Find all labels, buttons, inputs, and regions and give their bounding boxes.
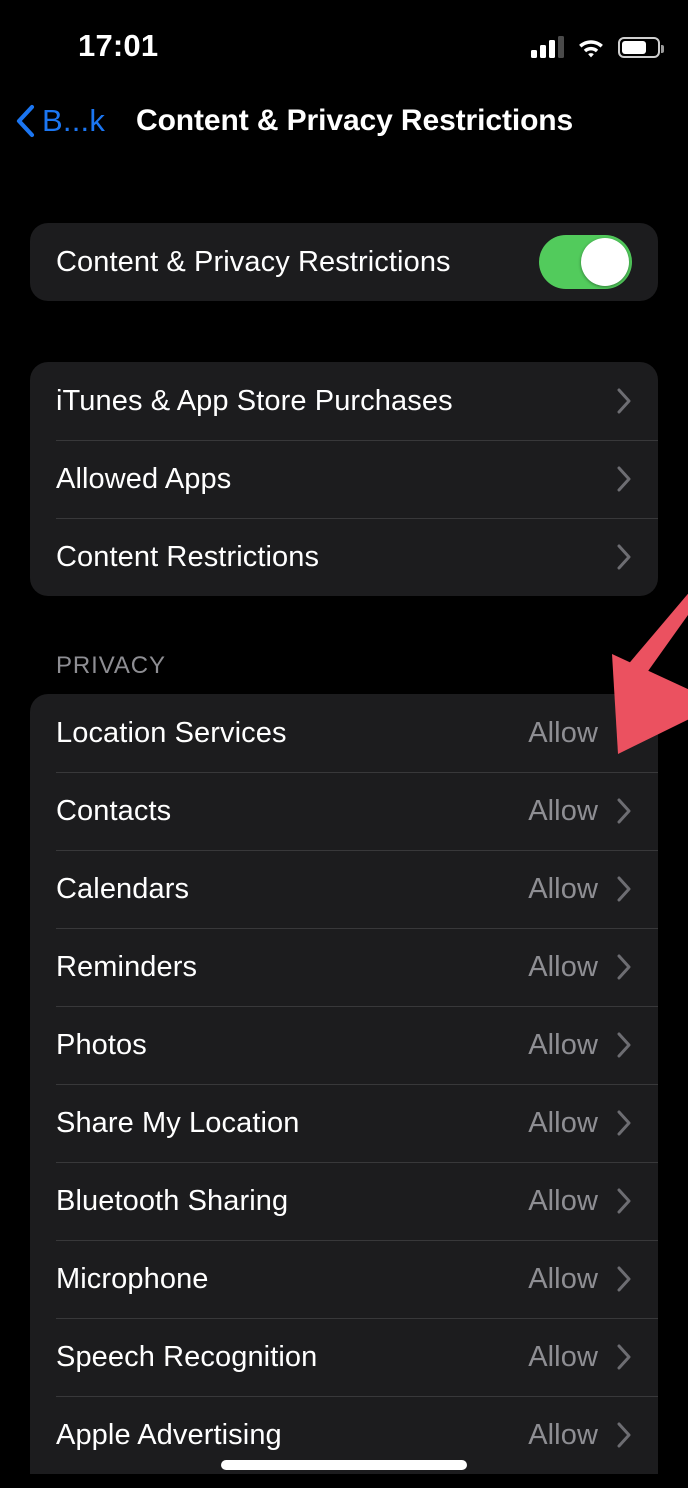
row-value: Allow [528, 950, 598, 983]
chevron-right-icon [617, 466, 631, 492]
row-photos[interactable]: Photos Allow [30, 1006, 658, 1084]
row-share-my-location[interactable]: Share My Location Allow [30, 1084, 658, 1162]
row-content-restrictions[interactable]: Content Restrictions [30, 518, 658, 596]
chevron-right-icon [617, 1266, 631, 1292]
battery-icon [618, 37, 664, 58]
row-calendars[interactable]: Calendars Allow [30, 850, 658, 928]
chevron-right-icon [617, 1032, 631, 1058]
status-bar-clock: 17:01 [78, 28, 159, 63]
chevron-right-icon [617, 544, 631, 570]
restrictions-links-card: iTunes & App Store Purchases Allowed Apps… [30, 362, 658, 596]
row-reminders[interactable]: Reminders Allow [30, 928, 658, 1006]
row-value: Allow [528, 1262, 598, 1295]
iphone-screen: 17:01 B...k Content & Privacy Restrictio… [0, 0, 688, 1488]
row-label: Location Services [56, 716, 287, 749]
chevron-right-icon [617, 1422, 631, 1448]
row-value: Allow [528, 1340, 598, 1373]
row-label: Reminders [56, 950, 198, 983]
row-value: Allow [528, 1184, 598, 1217]
row-label: Microphone [56, 1262, 209, 1295]
home-indicator[interactable] [221, 1460, 467, 1470]
navigation-bar: B...k Content & Privacy Restrictions [0, 86, 688, 156]
row-label: Allowed Apps [56, 462, 232, 495]
row-speech-recognition[interactable]: Speech Recognition Allow [30, 1318, 658, 1396]
row-value: Allow [528, 794, 598, 827]
privacy-section-header: PRIVACY [56, 652, 166, 679]
switch-knob [581, 238, 629, 286]
row-allowed-apps[interactable]: Allowed Apps [30, 440, 658, 518]
row-value: Allow [528, 1106, 598, 1139]
chevron-right-icon [617, 1188, 631, 1214]
row-label: iTunes & App Store Purchases [56, 384, 453, 417]
chevron-right-icon [617, 720, 631, 746]
row-label: Photos [56, 1028, 147, 1061]
wifi-icon [577, 36, 605, 58]
row-value: Allow [528, 1418, 598, 1451]
row-label: Apple Advertising [56, 1418, 282, 1451]
chevron-right-icon [617, 1110, 631, 1136]
row-location-services[interactable]: Location Services Allow [30, 694, 658, 772]
page-title: Content & Privacy Restrictions [136, 104, 574, 137]
row-itunes-and-app-store-purchases[interactable]: iTunes & App Store Purchases [30, 362, 658, 440]
row-content-privacy-restrictions[interactable]: Content & Privacy Restrictions [30, 223, 658, 301]
status-bar: 17:01 [0, 0, 688, 84]
row-label: Content Restrictions [56, 540, 320, 573]
row-value: Allow [528, 1028, 598, 1061]
back-button-label: B...k [42, 103, 106, 138]
chevron-left-icon [16, 104, 35, 138]
status-bar-indicators [531, 30, 664, 58]
row-bluetooth-sharing[interactable]: Bluetooth Sharing Allow [30, 1162, 658, 1240]
back-button[interactable]: B...k [14, 86, 105, 156]
chevron-right-icon [617, 1344, 631, 1370]
chevron-right-icon [617, 798, 631, 824]
row-contacts[interactable]: Contacts Allow [30, 772, 658, 850]
row-label: Content & Privacy Restrictions [56, 245, 451, 278]
row-label: Contacts [56, 794, 172, 827]
chevron-right-icon [617, 388, 631, 414]
chevron-right-icon [617, 954, 631, 980]
row-value: Allow [528, 716, 598, 749]
content-privacy-toggle-card: Content & Privacy Restrictions [30, 223, 658, 301]
row-label: Calendars [56, 872, 190, 905]
row-label: Bluetooth Sharing [56, 1184, 289, 1217]
privacy-list-card: Location Services Allow Contacts Allow Calen… [30, 694, 658, 1474]
cellular-signal-icon [531, 36, 564, 58]
row-label: Speech Recognition [56, 1340, 318, 1373]
chevron-right-icon [617, 876, 631, 902]
content-privacy-restrictions-switch[interactable] [539, 235, 632, 289]
row-microphone[interactable]: Microphone Allow [30, 1240, 658, 1318]
row-value: Allow [528, 872, 598, 905]
row-label: Share My Location [56, 1106, 300, 1139]
